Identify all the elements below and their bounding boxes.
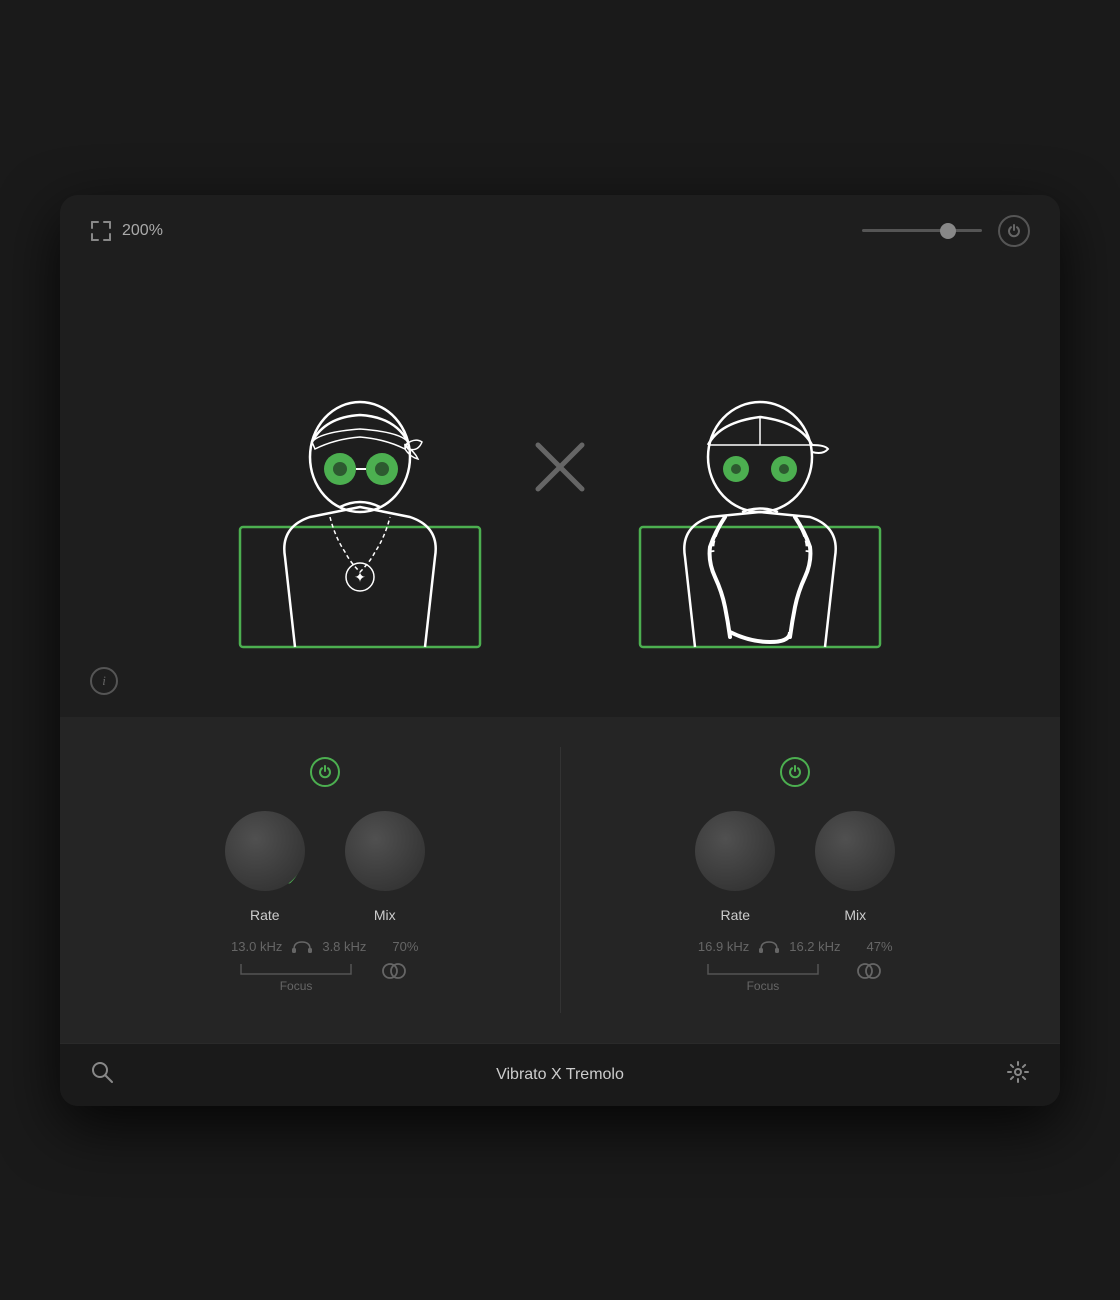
character-left-svg: ✦: [230, 277, 490, 657]
right-link-icon: [855, 959, 883, 983]
right-rate-knob[interactable]: [687, 803, 783, 899]
app-window: 200%: [60, 195, 1060, 1106]
left-mix-knob-container: Mix: [337, 803, 433, 923]
settings-icon: [1006, 1060, 1030, 1084]
right-focus-bracket: Focus: [703, 959, 823, 993]
character-right-svg: [630, 277, 890, 657]
left-knobs-row: Rate Mix: [217, 803, 433, 923]
right-effect-panel: Rate Mix: [561, 747, 1031, 1013]
settings-button[interactable]: [1006, 1060, 1030, 1090]
right-focus-row: 16.9 kHz 16.2 kHz 47%: [698, 939, 893, 955]
left-headphone-icon: [292, 939, 312, 955]
x-divider: [530, 437, 590, 497]
top-toolbar: 200%: [90, 215, 1030, 247]
right-rate-label: Rate: [720, 907, 750, 923]
left-power-icon: [318, 765, 332, 779]
info-button[interactable]: i: [90, 667, 118, 695]
left-link-icon-area[interactable]: [380, 959, 408, 983]
right-mix-knob-inner[interactable]: [815, 811, 895, 891]
left-focus-low: 13.0 kHz: [231, 939, 282, 954]
right-bottom-row: Focus: [698, 959, 893, 993]
right-focus-low: 16.9 kHz: [698, 939, 749, 954]
left-bracket: [236, 959, 356, 977]
left-focus-bracket: Focus: [236, 959, 356, 993]
right-mix-percent: 47%: [867, 939, 893, 954]
top-right-controls: [862, 215, 1030, 247]
power-icon: [1007, 224, 1021, 238]
character-left: ✦: [230, 277, 490, 657]
right-rate-knob-inner[interactable]: [695, 811, 775, 891]
left-power-button[interactable]: [310, 757, 340, 787]
top-section: 200%: [60, 195, 1060, 717]
right-focus-area: 16.9 kHz 16.2 kHz 47% Focus: [698, 939, 893, 993]
left-effect-panel: Rate Mix: [90, 747, 561, 1013]
bottom-section: Rate Mix: [60, 717, 1060, 1043]
right-focus-high: 16.2 kHz: [789, 939, 840, 954]
right-focus-label: Focus: [747, 979, 780, 993]
footer: Vibrato X Tremolo: [60, 1043, 1060, 1106]
right-headphone-icon: [759, 939, 779, 955]
master-power-button[interactable]: [998, 215, 1030, 247]
expand-icon[interactable]: [90, 220, 112, 242]
left-rate-label: Rate: [250, 907, 280, 923]
right-bracket: [703, 959, 823, 977]
left-link-icon: [380, 959, 408, 983]
left-mix-knob-inner[interactable]: [345, 811, 425, 891]
left-focus-row: 13.0 kHz 3.8 kHz 70%: [231, 939, 418, 955]
right-power-icon: [788, 765, 802, 779]
footer-title: Vibrato X Tremolo: [114, 1066, 1006, 1084]
zoom-label: 200%: [122, 222, 163, 240]
right-mix-knob-container: Mix: [807, 803, 903, 923]
search-button[interactable]: [90, 1060, 114, 1090]
left-focus-label: Focus: [280, 979, 313, 993]
svg-text:✦: ✦: [354, 569, 366, 585]
right-power-button[interactable]: [780, 757, 810, 787]
left-rate-knob-container: Rate: [217, 803, 313, 923]
left-bottom-row: Focus: [231, 959, 418, 993]
right-mix-knob[interactable]: [807, 803, 903, 899]
zoom-area: 200%: [90, 220, 163, 242]
characters-area: ✦: [90, 267, 1030, 677]
right-mix-label: Mix: [844, 907, 866, 923]
right-knobs-row: Rate Mix: [687, 803, 903, 923]
left-mix-percent: 70%: [392, 939, 418, 954]
left-rate-knob-inner[interactable]: [225, 811, 305, 891]
left-rate-knob[interactable]: [217, 803, 313, 899]
character-right: [630, 277, 890, 657]
left-mix-label: Mix: [374, 907, 396, 923]
left-mix-knob[interactable]: [337, 803, 433, 899]
search-icon: [90, 1060, 114, 1084]
right-link-icon-area[interactable]: [855, 959, 883, 983]
master-slider[interactable]: [862, 229, 982, 232]
right-rate-knob-container: Rate: [687, 803, 783, 923]
x-icon: [530, 437, 590, 497]
left-focus-area: 13.0 kHz 3.8 kHz 70% Focus: [231, 939, 418, 993]
left-focus-high: 3.8 kHz: [322, 939, 366, 954]
